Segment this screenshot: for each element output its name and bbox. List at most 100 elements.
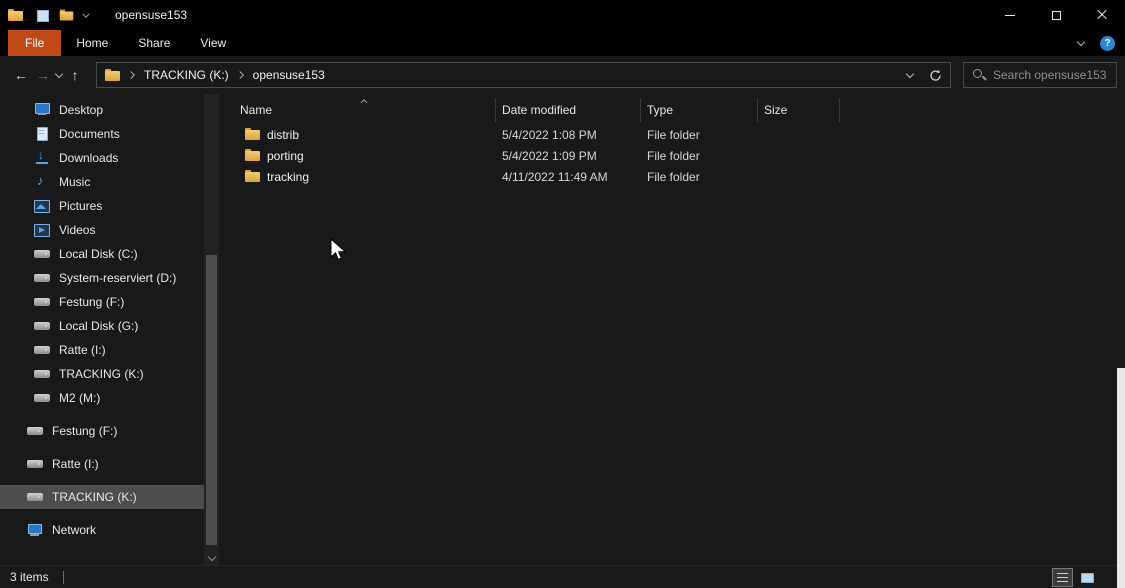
- sidebar-item-label: Festung (F:): [52, 424, 117, 438]
- column-header-type[interactable]: Type: [641, 98, 758, 122]
- qat-customize-chevron-icon[interactable]: [82, 11, 91, 20]
- column-label: Name: [240, 103, 272, 117]
- sidebar-item-local-disk-c[interactable]: Local Disk (C:): [0, 242, 204, 266]
- sidebar-item-system-reserviert-d[interactable]: System-reserviert (D:): [0, 266, 204, 290]
- sidebar-tree-festung-f[interactable]: Festung (F:): [0, 419, 204, 443]
- search-icon: [972, 68, 986, 82]
- column-label: Date modified: [502, 103, 576, 117]
- downloads-icon: [34, 151, 50, 165]
- sidebar-item-tracking-k[interactable]: TRACKING (K:): [0, 362, 204, 386]
- status-separator: [63, 571, 64, 584]
- help-icon[interactable]: ?: [1100, 36, 1115, 51]
- file-type: File folder: [641, 149, 758, 163]
- tab-view[interactable]: View: [185, 30, 241, 56]
- breadcrumb-folder[interactable]: opensuse153: [253, 68, 325, 82]
- sidebar-item-label: Network: [52, 523, 96, 537]
- minimize-icon: [1005, 15, 1015, 16]
- videos-icon: [34, 223, 50, 237]
- file-row-porting[interactable]: porting 5/4/2022 1:09 PM File folder: [232, 145, 1125, 166]
- sidebar-scrollbar[interactable]: [204, 94, 219, 565]
- refresh-icon[interactable]: [929, 69, 942, 82]
- column-header-size[interactable]: Size: [758, 98, 840, 122]
- sidebar-item-label: TRACKING (K:): [59, 367, 144, 381]
- titlebar: opensuse153: [0, 0, 1125, 30]
- sidebar-tree-ratte-i[interactable]: Ratte (I:): [0, 452, 204, 476]
- desktop-icon: [34, 103, 50, 117]
- window-controls: [987, 0, 1125, 30]
- details-view-icon: [1057, 573, 1068, 582]
- maximize-button[interactable]: [1033, 0, 1079, 30]
- file-row-tracking[interactable]: tracking 4/11/2022 11:49 AM File folder: [232, 166, 1125, 187]
- sidebar-item-label: Desktop: [59, 103, 103, 117]
- drive-icon: [34, 271, 50, 285]
- breadcrumb-chevron-icon[interactable]: [236, 71, 245, 80]
- file-row-distrib[interactable]: distrib 5/4/2022 1:08 PM File folder: [232, 124, 1125, 145]
- drive-icon: [34, 343, 50, 357]
- documents-icon: [34, 127, 50, 141]
- search-input[interactable]: [993, 68, 1108, 82]
- drive-icon: [34, 247, 50, 261]
- minimize-button[interactable]: [987, 0, 1033, 30]
- column-label: Size: [764, 103, 787, 117]
- file-name: tracking: [267, 170, 309, 184]
- window-title: opensuse153: [115, 8, 187, 22]
- close-icon: [1096, 9, 1108, 21]
- sidebar-item-documents[interactable]: Documents: [0, 122, 204, 146]
- sidebar-item-local-disk-g[interactable]: Local Disk (G:): [0, 314, 204, 338]
- sidebar-item-desktop[interactable]: Desktop: [0, 98, 204, 122]
- sidebar-item-pictures[interactable]: Pictures: [0, 194, 204, 218]
- drive-icon: [34, 295, 50, 309]
- up-button[interactable]: ↑: [64, 62, 86, 88]
- status-bar: 3 items: [0, 565, 1125, 588]
- address-bar-row: ← → ↑ TRACKING (K:) opensuse153: [0, 56, 1125, 94]
- tab-home[interactable]: Home: [61, 30, 123, 56]
- tab-share[interactable]: Share: [123, 30, 185, 56]
- breadcrumb-chevron-icon[interactable]: [128, 71, 137, 80]
- folder-icon: [245, 149, 260, 162]
- forward-button[interactable]: →: [32, 62, 54, 88]
- sidebar-item-downloads[interactable]: Downloads: [0, 146, 204, 170]
- thumbnails-view-button[interactable]: [1078, 569, 1097, 586]
- close-button[interactable]: [1079, 0, 1125, 30]
- sidebar-item-label: Local Disk (G:): [59, 319, 138, 333]
- sidebar-item-music[interactable]: Music: [0, 170, 204, 194]
- sidebar-item-m2-m[interactable]: M2 (M:): [0, 386, 204, 410]
- mouse-cursor: [330, 238, 347, 263]
- qat-properties-icon[interactable]: [36, 9, 49, 21]
- address-box[interactable]: TRACKING (K:) opensuse153: [96, 62, 951, 88]
- ribbon-tab-bar: File Home Share View ?: [0, 30, 1125, 56]
- items-count: 3 items: [10, 570, 49, 584]
- pictures-icon: [34, 199, 50, 213]
- sidebar-item-festung-f[interactable]: Festung (F:): [0, 290, 204, 314]
- file-date: 5/4/2022 1:09 PM: [496, 149, 641, 163]
- navigation-pane: Desktop Documents Downloads Music Pictur…: [0, 94, 220, 565]
- music-icon: [34, 175, 50, 189]
- sidebar-item-ratte-i[interactable]: Ratte (I:): [0, 338, 204, 362]
- sidebar-item-videos[interactable]: Videos: [0, 218, 204, 242]
- sidebar-tree-tracking-k-selected[interactable]: TRACKING (K:): [0, 485, 204, 509]
- ribbon-expand-chevron-icon[interactable]: [1076, 38, 1086, 48]
- sidebar-item-label: Music: [59, 175, 90, 189]
- back-button[interactable]: ←: [10, 62, 32, 88]
- main-content: Desktop Documents Downloads Music Pictur…: [0, 94, 1125, 565]
- details-view-button[interactable]: [1053, 569, 1072, 586]
- file-date: 4/11/2022 11:49 AM: [496, 170, 641, 184]
- recent-locations-chevron-icon[interactable]: [54, 70, 64, 80]
- sidebar-scroll-down-icon[interactable]: [207, 553, 217, 563]
- maximize-icon: [1052, 11, 1061, 20]
- file-type: File folder: [641, 128, 758, 142]
- sidebar-scrollbar-thumb[interactable]: [206, 255, 217, 545]
- sidebar-tree-network[interactable]: Network: [0, 518, 204, 542]
- column-headers: Name Date modified Type Size: [232, 98, 1125, 122]
- search-box[interactable]: [963, 62, 1117, 88]
- tab-file[interactable]: File: [8, 30, 61, 56]
- qat-new-folder-icon[interactable]: [60, 9, 74, 21]
- drive-icon: [27, 457, 43, 471]
- sort-ascending-icon: [360, 97, 368, 105]
- breadcrumb-drive[interactable]: TRACKING (K:): [144, 68, 229, 82]
- column-header-date-modified[interactable]: Date modified: [496, 98, 641, 122]
- drive-icon: [34, 367, 50, 381]
- address-history-chevron-icon[interactable]: [905, 70, 915, 80]
- column-header-name[interactable]: Name: [232, 98, 496, 122]
- network-icon: [27, 523, 43, 537]
